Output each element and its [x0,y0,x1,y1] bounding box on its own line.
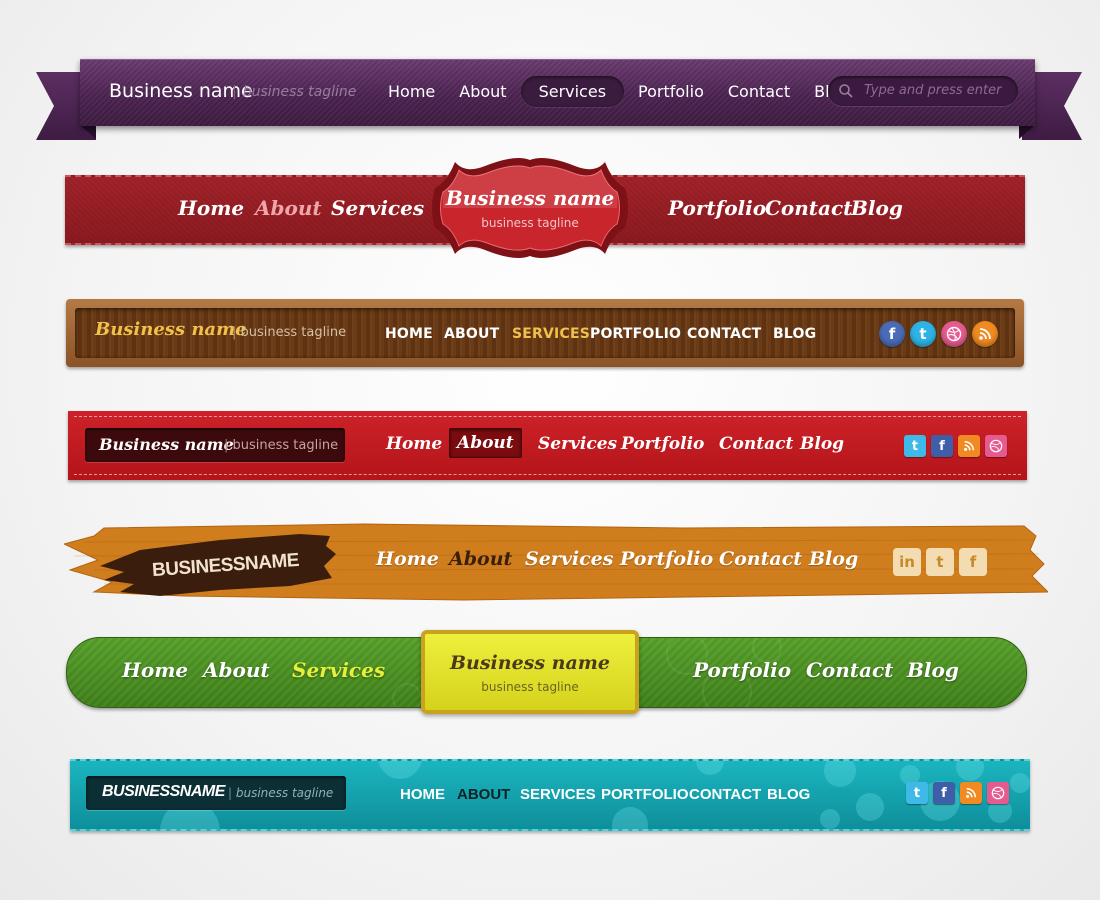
twitter-icon[interactable]: t [910,321,936,347]
nav-item-blog[interactable]: BLOG [767,786,810,803]
nav-item-about[interactable]: About [255,196,322,220]
twitter-icon[interactable]: t [906,782,928,804]
nav-item-contact[interactable]: CONTACT [687,326,761,342]
brand-tagline: business tagline [481,216,579,230]
nav-item-blog[interactable]: BLOG [773,326,816,342]
nav-item-portfolio[interactable]: Portfolio [621,434,704,454]
nav-item-services[interactable]: Services [331,196,424,220]
linkedin-icon[interactable]: in [893,548,921,576]
nav-menu: Home About Services Portfolio Contact Bl… [378,76,863,107]
nav-item-about[interactable]: About [449,428,522,458]
brand-brush-stroke[interactable]: BUSINESSNAME [100,532,336,598]
brand-name: Business name [449,652,610,674]
brand-box[interactable]: BUSINESSNAME business tagline [86,776,346,810]
search-input[interactable] [862,82,1006,99]
brand-tagline: business tagline [232,325,347,340]
nav-item-portfolio[interactable]: Portfolio [668,196,766,220]
nav-item-services[interactable]: Services [520,76,625,107]
nav-item-portfolio[interactable]: PORTFOLIO [590,326,681,342]
nav-item-contact[interactable]: CONTACT [689,786,761,803]
nav-item-portfolio[interactable]: Portfolio [628,76,714,107]
purple-ribbon-navbar: Business name business tagline Home Abou… [80,59,1035,126]
twitter-icon[interactable]: t [904,435,926,457]
nav-item-contact[interactable]: Contact [719,548,802,570]
nav-item-services[interactable]: Services [525,548,613,570]
brand-name: Business name [445,186,615,210]
nav-item-blog[interactable]: Blog [800,434,844,454]
search-box [828,76,1018,106]
nav-item-services[interactable]: Services [292,658,385,682]
twitter-icon[interactable]: t [926,548,954,576]
brand-name[interactable]: Business name [95,319,247,340]
dribbble-icon[interactable] [941,321,967,347]
facebook-icon[interactable]: f [931,435,953,457]
brand-tagline: business tagline [481,680,579,694]
nav-item-about[interactable]: About [449,548,512,570]
nav-item-about[interactable]: About [449,76,516,107]
search-icon [838,83,854,99]
nav-item-services[interactable]: SERVICES [512,326,590,342]
brand-tagline: business tagline [224,438,339,453]
brand-box[interactable]: Business name business tagline [85,428,345,462]
rss-icon[interactable] [960,782,982,804]
nav-item-blog[interactable]: Blog [851,196,903,220]
dribbble-icon[interactable] [985,435,1007,457]
nav-item-contact[interactable]: Contact [718,76,800,107]
nav-item-about[interactable]: ABOUT [444,326,499,342]
nav-item-home[interactable]: Home [178,196,244,220]
nav-item-portfolio[interactable]: PORTFOLIO [601,786,689,803]
nav-item-portfolio[interactable]: Portfolio [620,548,713,570]
brand-badge[interactable]: Business name business tagline [425,152,635,264]
nav-item-blog[interactable]: Blog [809,548,858,570]
facebook-icon[interactable]: f [879,321,905,347]
nav-item-contact[interactable]: Contact [806,658,893,682]
nav-item-blog[interactable]: Blog [907,658,959,682]
nav-item-services[interactable]: SERVICES [520,786,596,803]
brand-name: BUSINESSNAME [102,783,225,800]
brand-badge[interactable]: Business name business tagline [421,630,639,714]
nav-item-home[interactable]: Home [122,658,188,682]
brand-tagline: business tagline [228,786,333,800]
nav-item-contact[interactable]: Contact [719,434,793,454]
rss-icon[interactable] [972,321,998,347]
dribbble-icon[interactable] [987,782,1009,804]
nav-item-services[interactable]: Services [538,434,617,454]
brand-name: Business name [99,435,234,454]
facebook-icon[interactable]: f [959,548,987,576]
nav-item-home[interactable]: Home [376,548,439,570]
brand-tagline: business tagline [232,84,357,100]
nav-item-home[interactable]: Home [378,76,445,107]
nav-item-portfolio[interactable]: Portfolio [693,658,791,682]
nav-item-about[interactable]: ABOUT [457,786,510,803]
nav-item-contact[interactable]: Contact [765,196,852,220]
nav-item-home[interactable]: HOME [385,326,433,342]
nav-item-about[interactable]: About [203,658,270,682]
nav-item-home[interactable]: HOME [400,786,445,803]
facebook-icon[interactable]: f [933,782,955,804]
rss-icon[interactable] [958,435,980,457]
nav-item-home[interactable]: Home [386,434,442,454]
